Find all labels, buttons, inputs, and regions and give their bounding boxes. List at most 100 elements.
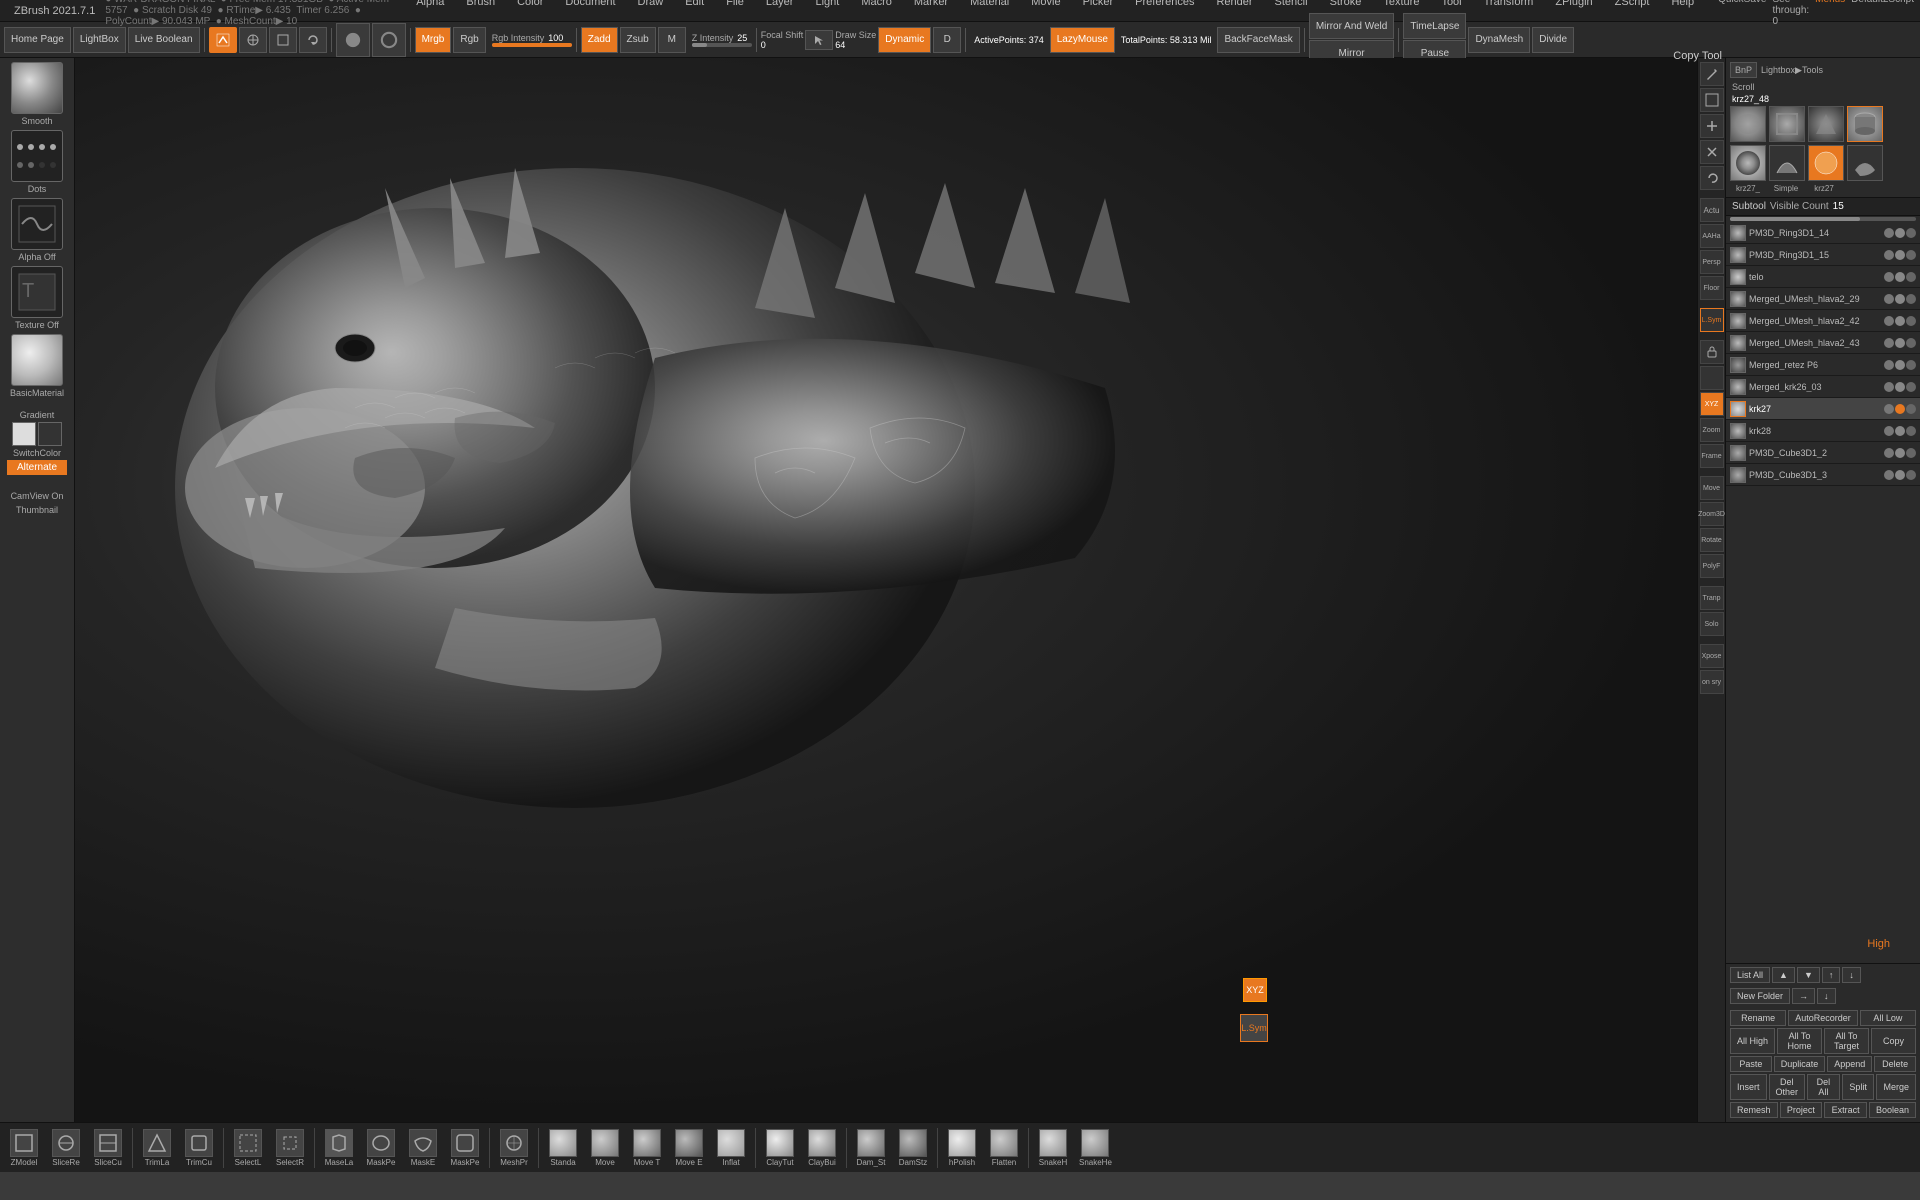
zsub-btn[interactable]: Zsub	[620, 27, 656, 53]
brush-shape-ring[interactable]	[372, 23, 406, 57]
eye-icon-hlava29[interactable]	[1884, 294, 1894, 304]
menu-movie[interactable]: Movie	[1023, 0, 1068, 27]
icon-btn-rotate2[interactable]	[1700, 166, 1724, 190]
subtool-item-hlava42[interactable]: Merged_UMesh_hlava2_42	[1726, 310, 1920, 332]
mirror-weld-btn[interactable]: Mirror And Weld	[1309, 13, 1395, 39]
thumbnail-label[interactable]: Thumbnail	[16, 505, 58, 515]
color-icon-hlava42[interactable]	[1895, 316, 1905, 326]
bb-move[interactable]: Move	[585, 1127, 625, 1169]
zadd-btn[interactable]: Zadd	[581, 27, 618, 53]
bb-damst[interactable]: Dam_St	[851, 1127, 891, 1169]
brush-shape-circle[interactable]	[336, 23, 370, 57]
icon-btn-edit[interactable]	[1700, 62, 1724, 86]
new-folder-arrow-btn[interactable]: →	[1792, 988, 1815, 1004]
lightbox-btn[interactable]: LightBox	[73, 27, 126, 53]
append-btn[interactable]: Append	[1827, 1056, 1872, 1072]
move-up-btn[interactable]: ↑	[1822, 967, 1841, 983]
icon-btn-draw2[interactable]	[1700, 88, 1724, 112]
gradient-swatch-dark[interactable]	[38, 422, 62, 446]
merge-btn[interactable]: Merge	[1876, 1074, 1916, 1100]
scroll-label[interactable]: Scroll	[1730, 82, 1916, 94]
icon-btn-floor[interactable]: Floor	[1700, 276, 1724, 300]
icon-btn-xyz[interactable]	[1700, 366, 1724, 390]
eye-icon-telo[interactable]	[1884, 272, 1894, 282]
icon-btn-lsym[interactable]: L.Sym	[1700, 308, 1724, 332]
all-low-btn[interactable]: All Low	[1860, 1010, 1916, 1026]
new-folder-btn[interactable]: New Folder	[1730, 988, 1790, 1004]
eye-icon-retez[interactable]	[1884, 360, 1894, 370]
icon-btn-frame[interactable]: Frame	[1700, 444, 1724, 468]
subtool-item-cube2[interactable]: PM3D_Cube3D1_2	[1726, 442, 1920, 464]
sort-down-btn[interactable]: ▼	[1797, 967, 1820, 983]
extract-btn[interactable]: Extract	[1824, 1102, 1867, 1118]
quick-save-label[interactable]: QuickSave	[1718, 0, 1766, 27]
subtool-item-retez[interactable]: Merged_retez P6	[1726, 354, 1920, 376]
subtool-item-hlava29[interactable]: Merged_UMesh_hlava2_29	[1726, 288, 1920, 310]
lightbox-tools-label[interactable]: Lightbox▶Tools	[1761, 65, 1823, 76]
color-icon-cube3[interactable]	[1895, 470, 1905, 480]
menu-zscript[interactable]: ZScript	[1607, 0, 1658, 27]
icon-btn-scale2[interactable]	[1700, 140, 1724, 164]
all-high-btn[interactable]: All High	[1730, 1028, 1775, 1054]
remesh-btn[interactable]: Remesh	[1730, 1102, 1778, 1118]
boolean-btn[interactable]: Boolean	[1869, 1102, 1916, 1118]
menu-draw[interactable]: Draw	[630, 0, 672, 27]
lb-thumb-krk27b[interactable]	[1847, 145, 1883, 181]
icon-btn-solo[interactable]: Solo	[1700, 612, 1724, 636]
move-down-btn[interactable]: ↓	[1842, 967, 1861, 983]
icon-btn-rotate3[interactable]: Rotate	[1700, 528, 1724, 552]
color-icon-hlava43[interactable]	[1895, 338, 1905, 348]
menu-macro[interactable]: Macro	[853, 0, 900, 27]
cam-view-on-label[interactable]: CamView On	[11, 491, 64, 501]
color-icon-telo[interactable]	[1895, 272, 1905, 282]
bb-snakeh[interactable]: SnakeH	[1033, 1127, 1073, 1169]
lock-icon-hlava43[interactable]	[1906, 338, 1916, 348]
eye-icon-krk26[interactable]	[1884, 382, 1894, 392]
eye-icon-cube2[interactable]	[1884, 448, 1894, 458]
delete-btn[interactable]: Delete	[1874, 1056, 1916, 1072]
dynamesh-btn[interactable]: DynaMesh	[1468, 27, 1530, 53]
lock-icon-ring14[interactable]	[1906, 228, 1916, 238]
rgb-btn[interactable]: Rgb	[453, 27, 485, 53]
lock-icon-cube3[interactable]	[1906, 470, 1916, 480]
move-btn[interactable]	[239, 27, 267, 53]
icon-btn-move2[interactable]	[1700, 114, 1724, 138]
bb-selectl[interactable]: SelectL	[228, 1127, 268, 1169]
subtool-title[interactable]: Subtool	[1732, 201, 1766, 212]
scale-btn[interactable]	[269, 27, 297, 53]
lb-thumb-simple[interactable]	[1808, 145, 1844, 181]
bb-maskpe[interactable]: MaskPe	[361, 1127, 401, 1169]
home-page-btn[interactable]: Home Page	[4, 27, 71, 53]
menu-transform[interactable]: Transform	[1476, 0, 1542, 27]
menu-edit[interactable]: Edit	[677, 0, 712, 27]
menu-layer[interactable]: Layer	[758, 0, 802, 27]
eye-icon-hlava42[interactable]	[1884, 316, 1894, 326]
lock-icon-telo[interactable]	[1906, 272, 1916, 282]
eye-icon-cube3[interactable]	[1884, 470, 1894, 480]
subtool-item-ring14[interactable]: PM3D_Ring3D1_14	[1726, 222, 1920, 244]
bb-movet[interactable]: Move T	[627, 1127, 667, 1169]
subtool-item-krk28[interactable]: krk28	[1726, 420, 1920, 442]
menu-brush[interactable]: Brush	[458, 0, 503, 27]
basic-material-item[interactable]: BasicMaterial	[5, 334, 69, 398]
alternate-btn[interactable]: Alternate	[7, 460, 67, 475]
lb-thumb-3[interactable]	[1808, 106, 1844, 142]
bb-movee[interactable]: Move E	[669, 1127, 709, 1169]
bb-hpolish[interactable]: hPolish	[942, 1127, 982, 1169]
bb-maskpe2[interactable]: MaskPe	[445, 1127, 485, 1169]
lock-icon-krk26[interactable]	[1906, 382, 1916, 392]
lb-thumb-krk27[interactable]	[1769, 145, 1805, 181]
smooth-item[interactable]: Smooth	[5, 62, 69, 126]
icon-btn-actual[interactable]: Actu	[1700, 198, 1724, 222]
dots-item[interactable]: Dots	[5, 130, 69, 194]
eye-icon-hlava43[interactable]	[1884, 338, 1894, 348]
subtool-item-ring15[interactable]: PM3D_Ring3D1_15	[1726, 244, 1920, 266]
list-all-btn[interactable]: List All	[1730, 967, 1770, 983]
bnp-label[interactable]: BnP	[1730, 62, 1757, 78]
eye-icon-ring15[interactable]	[1884, 250, 1894, 260]
menu-zbrush[interactable]: ZBrush 2021.7.1	[6, 3, 103, 19]
icon-btn-zoom[interactable]: Zoom	[1700, 418, 1724, 442]
color-icon-hlava29[interactable]	[1895, 294, 1905, 304]
bb-trimla[interactable]: TrimLa	[137, 1127, 177, 1169]
m-btn[interactable]: M	[658, 27, 686, 53]
